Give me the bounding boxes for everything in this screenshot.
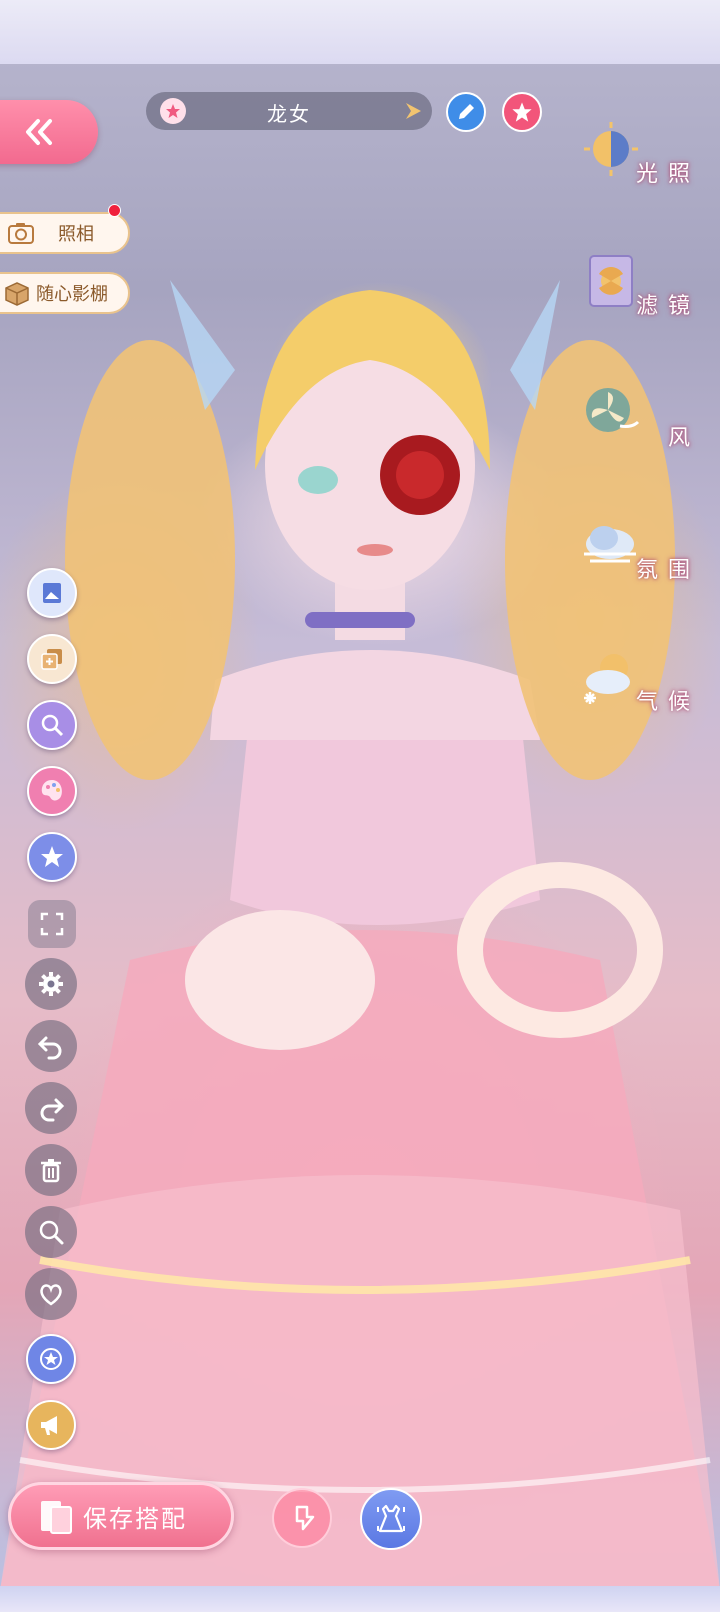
palette-button[interactable] xyxy=(27,766,77,816)
atmosphere-icon xyxy=(584,526,636,563)
background-button[interactable] xyxy=(27,568,77,618)
undo-button[interactable] xyxy=(25,1020,77,1072)
save-outfit-icon xyxy=(41,1501,72,1534)
back-button[interactable] xyxy=(0,100,98,164)
studio-button[interactable]: 随心影棚 xyxy=(0,272,130,314)
effects-button[interactable] xyxy=(27,832,77,882)
studio-label: 随心影棚 xyxy=(36,284,108,305)
climate-icon xyxy=(584,654,630,704)
dress-icon xyxy=(377,1504,405,1533)
save-outfit-button[interactable]: 保存搭配 xyxy=(8,1482,234,1550)
swap-icon xyxy=(295,1505,315,1531)
edit-name-button[interactable] xyxy=(446,92,486,132)
delete-button[interactable] xyxy=(25,1144,77,1196)
box-icon xyxy=(5,282,29,306)
outfit-name-bar[interactable]: 龙女 xyxy=(146,92,432,130)
light-icon xyxy=(584,122,638,176)
save-outfit-label: 保存搭配 xyxy=(83,1504,187,1533)
env-climate[interactable]: 气候 xyxy=(580,646,710,726)
env-filter-label: 滤镜 xyxy=(635,294,700,319)
swap-button[interactable] xyxy=(272,1488,332,1548)
heart-icon xyxy=(40,1284,62,1306)
double-chevron-left-icon xyxy=(26,119,52,145)
star-badge-icon xyxy=(40,1348,62,1370)
env-light[interactable]: 光照 xyxy=(580,118,710,198)
notification-dot xyxy=(108,204,121,217)
env-climate-label: 气候 xyxy=(635,690,700,715)
filter-icon xyxy=(589,255,633,307)
redo-icon xyxy=(40,1098,65,1122)
fullscreen-icon xyxy=(40,912,64,936)
env-atmosphere-label: 氛围 xyxy=(635,558,700,583)
background-icon xyxy=(43,583,61,603)
pencil-icon xyxy=(459,104,474,119)
undo-icon xyxy=(37,1036,62,1060)
env-wind[interactable]: 风 xyxy=(580,382,710,462)
like-button[interactable] xyxy=(25,1268,77,1320)
copy-icon xyxy=(41,649,62,670)
pose-search-icon xyxy=(41,714,64,737)
photo-button[interactable]: 照相 xyxy=(0,212,130,254)
env-light-label: 光照 xyxy=(635,162,700,187)
env-wind-label: 风 xyxy=(667,426,700,451)
trash-icon xyxy=(41,1159,61,1183)
palette-icon xyxy=(41,780,62,801)
zoom-icon xyxy=(39,1220,64,1245)
pose-search-button[interactable] xyxy=(27,700,77,750)
env-atmosphere[interactable]: 氛围 xyxy=(580,514,710,594)
fullscreen-button[interactable] xyxy=(28,900,76,948)
copy-button[interactable] xyxy=(27,634,77,684)
camera-icon xyxy=(8,223,34,244)
outfit-button[interactable] xyxy=(360,1488,422,1550)
redo-button[interactable] xyxy=(25,1082,77,1134)
announcement-button[interactable] xyxy=(26,1400,76,1450)
top-frame-band xyxy=(0,0,720,64)
star-icon xyxy=(512,102,532,122)
photo-label: 照相 xyxy=(58,224,94,245)
wind-icon xyxy=(586,388,640,432)
star-effects-icon xyxy=(41,846,63,867)
megaphone-icon xyxy=(41,1416,57,1435)
bottom-frame-band xyxy=(0,1586,720,1612)
outfit-name: 龙女 xyxy=(267,102,311,126)
settings-icon xyxy=(39,972,63,996)
zoom-button[interactable] xyxy=(25,1206,77,1258)
star-badge-button[interactable] xyxy=(26,1334,76,1384)
arrow-right-icon[interactable] xyxy=(402,100,424,122)
settings-button[interactable] xyxy=(25,958,77,1010)
favorite-button[interactable] xyxy=(502,92,542,132)
env-filter[interactable]: 滤镜 xyxy=(580,250,710,330)
